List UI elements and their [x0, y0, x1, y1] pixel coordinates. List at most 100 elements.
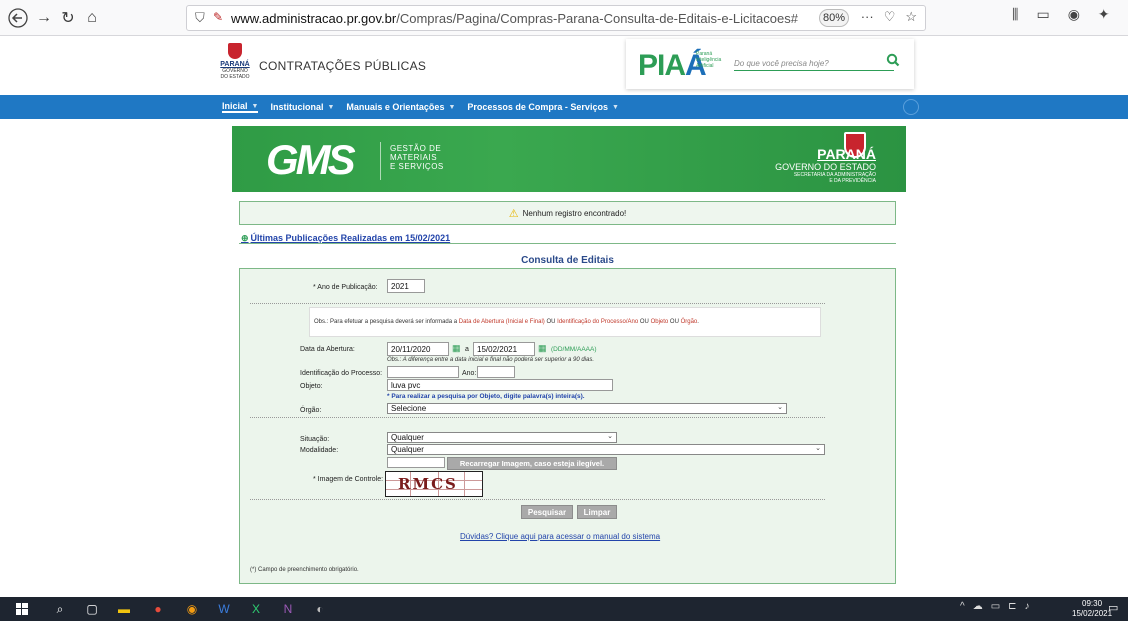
logo-sub: GOVERNO DO ESTADO: [220, 68, 250, 80]
search-button[interactable]: Pesquisar: [521, 505, 573, 519]
library-icon[interactable]: ⫼: [1012, 6, 1018, 23]
publications-link-text: Últimas Publicações Realizadas em 15/02/…: [250, 233, 451, 243]
obs-red: Data de Abertura (Inicial e Final): [458, 319, 545, 325]
cloud-icon[interactable]: ☁: [973, 601, 983, 612]
nav-item-manuais[interactable]: Manuais e Orientações ▼: [346, 102, 455, 112]
chevron-down-icon: ⌄: [607, 433, 613, 440]
nav-item-inicial[interactable]: Inicial ▼: [222, 101, 259, 113]
chevron-up-icon[interactable]: ^: [960, 601, 965, 612]
ano-label: * Ano de Publicação:: [313, 284, 378, 291]
gms-banner: GMS GESTÃO DE MATERIAIS E SERVIÇOS PARAN…: [232, 126, 906, 192]
situacao-value: Qualquer: [391, 433, 424, 442]
ano-input[interactable]: 2021: [387, 279, 425, 293]
home-icon[interactable]: ⌂: [80, 6, 104, 30]
expand-icon: ⊕: [241, 233, 249, 243]
shield-icon[interactable]: ⛉: [195, 10, 205, 26]
orgao-value: Selecione: [391, 404, 427, 413]
battery-icon[interactable]: ▭: [991, 601, 1000, 612]
extensions-icon[interactable]: ✦: [1098, 6, 1110, 23]
reload-icon[interactable]: ↻: [56, 6, 80, 30]
chevron-down-icon: ▼: [327, 103, 335, 111]
windows-start-icon[interactable]: [14, 601, 30, 617]
task-view-icon[interactable]: ▢: [84, 601, 100, 617]
network-icon[interactable]: ⊏: [1008, 601, 1016, 612]
orgao-select[interactable]: Selecione ⌄: [387, 403, 787, 414]
bookmark-star-icon[interactable]: ☆: [905, 9, 917, 25]
data-final-input[interactable]: 15/02/2021: [473, 342, 535, 356]
modalidade-value: Qualquer: [391, 445, 424, 454]
calendar-icon[interactable]: ▦: [538, 343, 547, 354]
nav-item-institucional[interactable]: Institucional ▼: [270, 102, 334, 112]
dotted-divider: [250, 303, 825, 304]
account-icon[interactable]: ◉: [1068, 6, 1080, 23]
clock-date: 15/02/2021: [1072, 609, 1113, 618]
system-tray: ^ ☁ ▭ ⊏ ♪: [960, 601, 1030, 612]
modalidade-select[interactable]: Qualquer ⌄: [387, 444, 825, 455]
address-bar[interactable]: ⛉ ✎ www.administracao.pr.gov.br/Compras/…: [186, 5, 926, 31]
excel-icon[interactable]: X: [248, 601, 264, 617]
firefox-icon[interactable]: ◉: [184, 601, 200, 617]
obs-red: Identificação do Processo/Ano: [557, 319, 639, 325]
obs-red: Objeto: [650, 319, 669, 325]
pia-logo-text: PIA: [638, 49, 686, 82]
word-icon[interactable]: W: [216, 601, 232, 617]
situacao-select[interactable]: Qualquer ⌄: [387, 432, 617, 443]
clock[interactable]: 09:30 15/02/2021: [1072, 599, 1112, 619]
banner-divider: [380, 142, 381, 180]
calendar-icon[interactable]: ▦: [452, 343, 461, 354]
nav-item-processos[interactable]: Processos de Compra - Serviços ▼: [467, 102, 619, 112]
ano2-input[interactable]: [477, 366, 515, 378]
logo-name: PARANÁ: [220, 61, 250, 68]
clear-button[interactable]: Limpar: [577, 505, 617, 519]
objeto-note: * Para realizar a pesquisa por Objeto, d…: [387, 393, 585, 400]
pocket-icon[interactable]: ♡: [884, 9, 896, 25]
browser-toolbar: → ↻ ⌂ ⛉ ✎ www.administracao.pr.gov.br/Co…: [0, 0, 1128, 36]
page-actions-icon[interactable]: ···: [861, 9, 874, 25]
pia-search-input[interactable]: Do que você precisa hoje?: [734, 59, 894, 71]
orgao-label: Órgão:: [300, 407, 322, 414]
chevron-down-icon: ▼: [251, 102, 259, 110]
reload-captcha-button[interactable]: Recarregar Imagem, caso esteja ilegível.: [447, 457, 617, 470]
data-sep: a: [465, 346, 469, 353]
search-form: * Ano de Publicação: 2021 Obs.: Para efe…: [239, 268, 896, 584]
volume-icon[interactable]: ♪: [1025, 601, 1030, 612]
pr-sec: E DA PREVIDÊNCIA: [829, 178, 876, 184]
zoom-level[interactable]: 80%: [819, 9, 849, 27]
nav-label: Manuais e Orientações: [346, 102, 445, 112]
app-icon[interactable]: ◐: [312, 601, 328, 617]
message-text: Nenhum registro encontrado!: [522, 208, 627, 218]
url-host: www.administracao.pr.gov.br: [231, 10, 397, 26]
search-icon[interactable]: ⌕: [52, 601, 68, 617]
tracking-protection-icon[interactable]: ✎: [213, 10, 223, 24]
chrome-icon[interactable]: ●: [150, 601, 166, 617]
chevron-down-icon: ⌄: [815, 445, 821, 452]
situacao-label: Situação:: [300, 436, 330, 443]
data-inicial-input[interactable]: 20/11/2020: [387, 342, 449, 356]
url-actions: ··· ♡ ☆: [861, 9, 917, 25]
search-icon[interactable]: [886, 53, 900, 70]
gms-subtitle: GESTÃO DE MATERIAIS E SERVIÇOS: [390, 144, 444, 171]
obs-mid: OU: [546, 319, 556, 325]
accessibility-icon[interactable]: [903, 99, 919, 115]
manual-link[interactable]: Dúvidas? Clique aqui para acessar o manu…: [460, 532, 660, 541]
nav-label: Inicial: [222, 101, 248, 111]
forward-icon[interactable]: →: [32, 6, 56, 30]
site-header: PARANÁ GOVERNO DO ESTADO CONTRATAÇÕES PÚ…: [0, 37, 1128, 95]
parana-gov-logo[interactable]: PARANÁ GOVERNO DO ESTADO: [220, 43, 250, 91]
captcha-input[interactable]: [387, 457, 445, 468]
onenote-icon[interactable]: N: [280, 601, 296, 617]
file-explorer-icon[interactable]: ▬: [116, 601, 132, 617]
date-format-hint: (DD/MM/AAAA): [551, 346, 597, 353]
sidebar-icon[interactable]: ▭: [1036, 6, 1049, 23]
notification-icon[interactable]: ▭: [1108, 601, 1118, 614]
objeto-input[interactable]: luva pvc: [387, 379, 613, 391]
gms-sub-line: MATERIAIS: [390, 153, 438, 162]
back-icon[interactable]: [6, 6, 30, 30]
data-abertura-label: Data da Abertura:: [300, 346, 355, 353]
chevron-down-icon: ▼: [611, 103, 619, 111]
pr-name: PARANÁ: [817, 146, 876, 162]
ident-input[interactable]: [387, 366, 459, 378]
obs-mid: OU: [669, 319, 679, 325]
nav-label: Processos de Compra - Serviços: [467, 102, 608, 112]
section-title: Consulta de Editais: [521, 255, 614, 266]
